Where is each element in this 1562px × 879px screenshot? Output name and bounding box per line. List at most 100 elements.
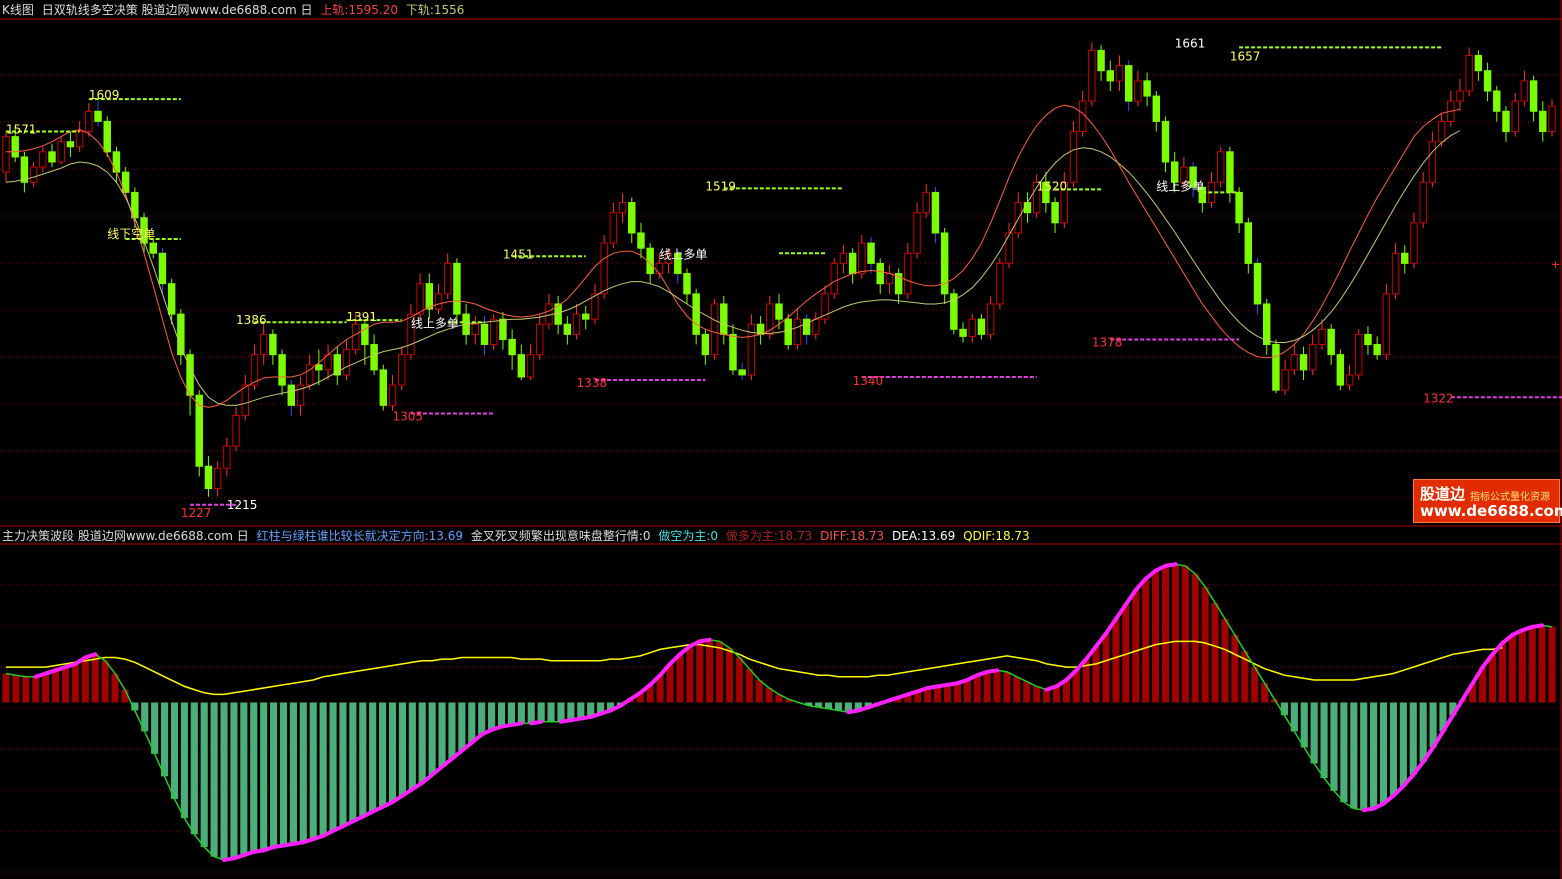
candle-body: [572, 313, 581, 335]
candle-body: [1309, 344, 1317, 371]
macd-histogram-bar: [834, 702, 843, 711]
candle-body: [490, 318, 498, 346]
diff-rising-segment: [985, 668, 1000, 674]
price-annotation: 1657: [1230, 50, 1261, 64]
macd-histogram-bar: [468, 702, 476, 743]
candle-body: [499, 318, 507, 340]
macd-histogram-bar: [1389, 702, 1398, 796]
candle-body: [1474, 54, 1483, 72]
macd-histogram-bar: [1508, 634, 1516, 703]
macd-histogram-bar: [1360, 702, 1368, 811]
macd-histogram-bar: [1488, 654, 1497, 703]
candle-body: [536, 323, 544, 356]
candle-body: [922, 191, 930, 214]
macd-histogram-bar: [250, 702, 258, 852]
candle-body: [1235, 191, 1243, 224]
macd-histogram-bar: [289, 702, 297, 844]
candle-body: [1097, 49, 1105, 72]
candle-body: [278, 354, 286, 386]
macd-histogram-bar: [1201, 586, 1209, 703]
candle-body: [1410, 222, 1418, 264]
macd-histogram-bar: [160, 702, 169, 777]
candle-body: [232, 415, 240, 447]
indicator-title: 日双轨线多空决策 股道边网www.de6688.com 日: [41, 3, 313, 17]
macd-histogram-bar: [1221, 618, 1229, 703]
macd-histogram-bar: [715, 641, 724, 703]
candle-body: [563, 323, 572, 335]
candle-body: [287, 384, 295, 406]
panel-name: K线图: [2, 3, 34, 17]
candle-body: [913, 212, 921, 254]
price-annotation: 1227: [181, 506, 212, 520]
candle-body: [839, 252, 848, 264]
diff-rising-segment: [1163, 562, 1178, 568]
candle-body: [94, 110, 102, 122]
diff-line: [5, 563, 1553, 861]
macd-histogram-bar: [190, 702, 198, 835]
price-annotation: 1378: [1092, 336, 1123, 350]
candle-body: [1005, 232, 1013, 264]
candle-body: [11, 136, 19, 158]
item3-value: 0: [710, 529, 719, 543]
candle-body: [812, 318, 820, 335]
candle-body: [1106, 70, 1115, 82]
candle-body: [637, 232, 645, 249]
candle-body: [1511, 100, 1519, 133]
candle-body: [1539, 110, 1547, 133]
candle-body: [75, 131, 84, 148]
upper-value: 1595.20: [348, 3, 398, 17]
macd-histogram-bar: [527, 702, 535, 724]
candle-body: [1143, 80, 1151, 97]
macd-histogram-bar: [2, 673, 10, 703]
candle-body: [582, 313, 590, 320]
candle-body: [1088, 49, 1096, 102]
macd-histogram-bar: [1132, 589, 1140, 703]
candle-body: [351, 323, 360, 351]
macd-histogram-bar: [1280, 702, 1288, 716]
candle-body: [1345, 374, 1354, 386]
macd-histogram-bar: [1548, 626, 1556, 703]
macd-histogram-bar: [745, 668, 753, 703]
candle-body: [1437, 120, 1446, 143]
candle-body: [39, 151, 47, 168]
macd-histogram-bar: [993, 670, 1001, 703]
price-annotation: 1520: [1037, 179, 1068, 193]
macd-histogram-bar: [200, 702, 208, 848]
macd-histogram-bar: [1498, 643, 1507, 703]
candle-body: [1493, 90, 1501, 112]
candle-body: [315, 364, 323, 371]
candle-body: [848, 252, 857, 275]
candle-body: [802, 318, 811, 335]
macd-histogram-bar: [279, 702, 288, 846]
macd-histogram-bar: [260, 702, 268, 851]
macd-histogram-bar: [1379, 702, 1388, 804]
candle-body: [959, 328, 967, 337]
candle-body: [1023, 202, 1032, 214]
candle-body: [1465, 54, 1473, 92]
candle-body: [103, 120, 111, 153]
macd-histogram-bar: [418, 702, 426, 783]
candle-body: [526, 354, 535, 378]
candle-body: [1502, 110, 1510, 133]
last-price-marker: +: [1551, 258, 1560, 271]
macd-histogram-bar: [210, 702, 218, 857]
price-annotation: 1338: [577, 376, 608, 390]
item1-value: 13.69: [428, 529, 464, 543]
item2-value: 0: [642, 529, 651, 543]
candle-body: [1124, 65, 1133, 102]
candle-body: [269, 333, 277, 356]
macd-histogram-bar: [755, 679, 763, 703]
macd-histogram-bar: [1538, 625, 1546, 703]
macd-histogram-bar: [220, 702, 228, 860]
candle-body: [177, 313, 185, 356]
macd-histogram-bar: [973, 675, 981, 703]
candle-body: [968, 318, 976, 337]
candle-body: [1483, 70, 1492, 92]
candle-body: [867, 242, 875, 264]
macd-histogram-bar: [725, 647, 734, 703]
candle-body: [1152, 95, 1161, 122]
macd-histogram-bar: [1191, 573, 1199, 703]
macd-histogram-bar: [270, 702, 278, 848]
candle-body: [443, 262, 452, 295]
macd-histogram-bar: [963, 679, 971, 703]
